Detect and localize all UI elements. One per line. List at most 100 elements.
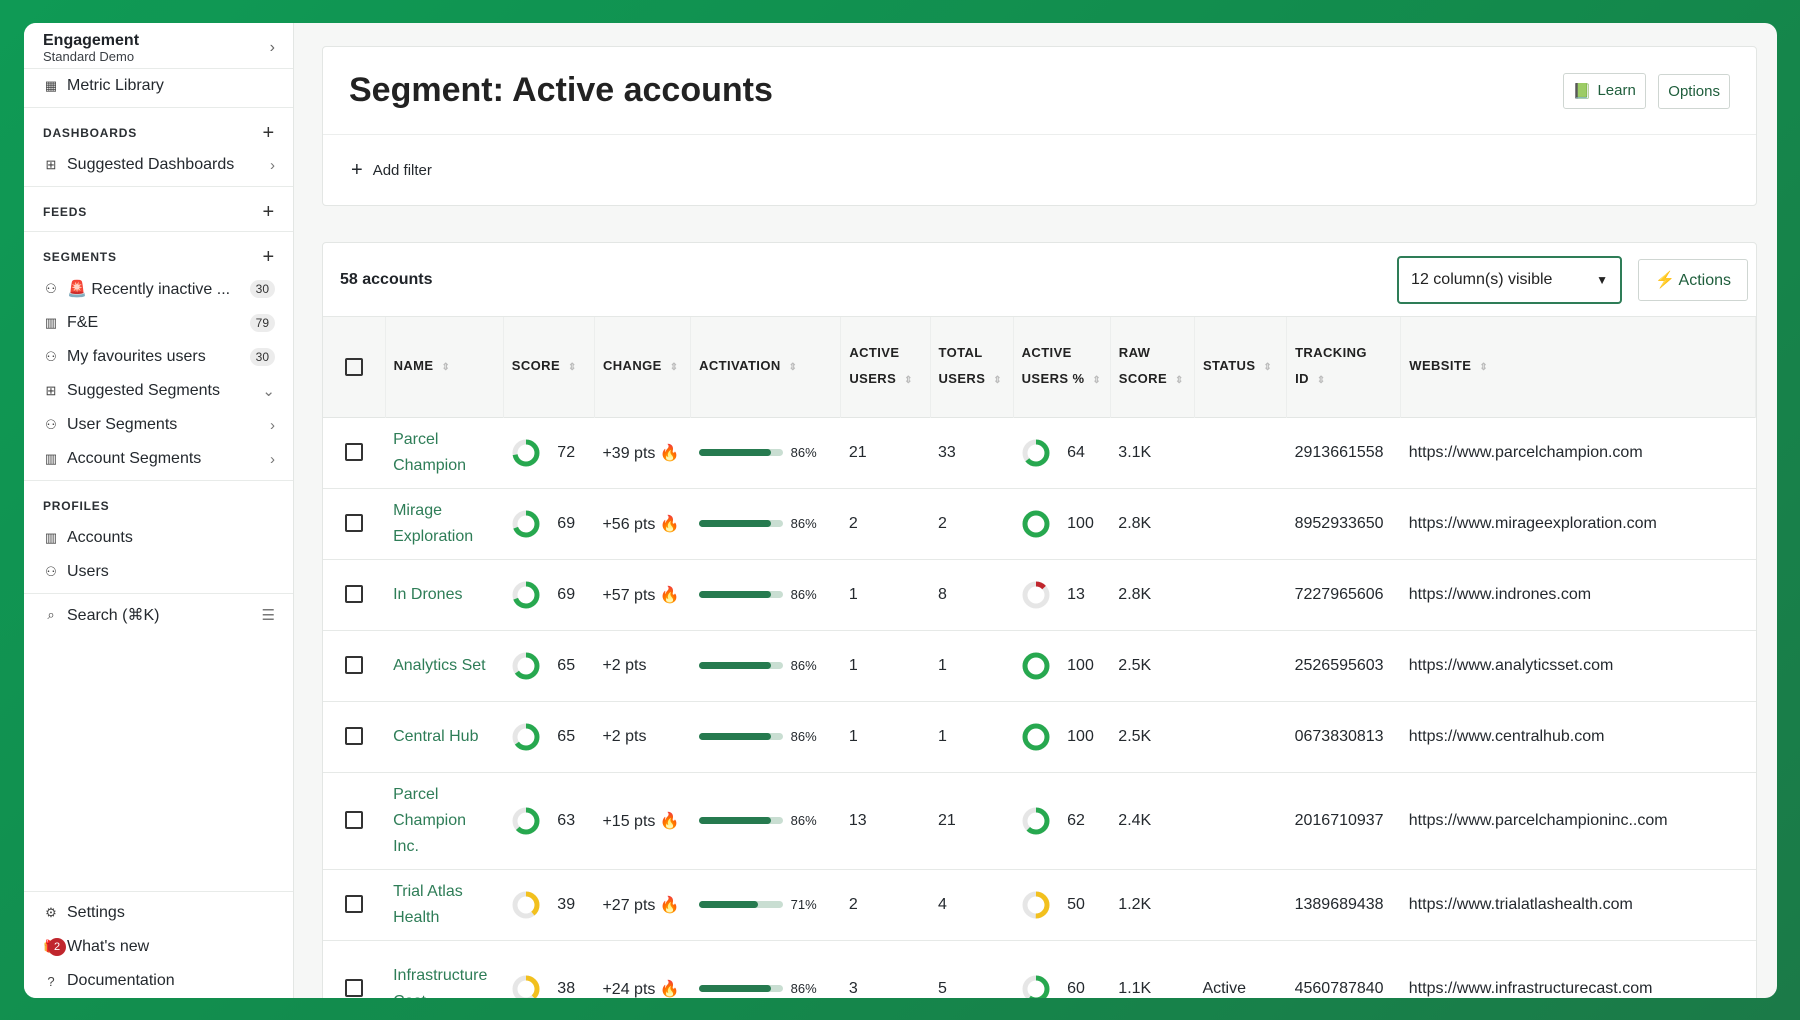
active-users-value: 1 xyxy=(848,656,858,674)
activation-value: 86% xyxy=(790,516,817,531)
sidebar-item-user-segments[interactable]: ⚇ User Segments › xyxy=(24,408,293,442)
sidebar-item-account-segments[interactable]: ▥ Account Segments › xyxy=(24,442,293,476)
options-button[interactable]: Options xyxy=(1658,73,1730,109)
building-icon: ▥ xyxy=(44,315,58,330)
sidebar-item-segment[interactable]: ▥ F&E 79 xyxy=(24,306,293,340)
actions-button[interactable]: ⚡ Actions xyxy=(1638,258,1748,301)
change-value: +27 pts 🔥 xyxy=(602,896,680,914)
table-row[interactable]: In Drones 69 +57 pts 🔥 86% 1 8 13 2.8K 7… xyxy=(323,559,1756,631)
sidebar-item-settings[interactable]: ⚙ Settings xyxy=(24,896,293,930)
activation-bar xyxy=(698,449,783,456)
profiles-section: PROFILES xyxy=(24,491,293,521)
table-row[interactable]: Mirage Exploration 69 +56 pts 🔥 86% 2 2 … xyxy=(323,488,1756,560)
active-users-value: 2 xyxy=(848,895,858,913)
row-checkbox[interactable] xyxy=(345,443,364,462)
sidebar-item-whats-new[interactable]: 🎁 2 What's new xyxy=(24,930,293,964)
columns-visible-select[interactable]: 12 column(s) visible ▼ xyxy=(1397,255,1623,304)
active-pct-value: 62 xyxy=(1067,811,1085,829)
column-header-raw-score[interactable]: RAW SCORE ⇕ xyxy=(1110,317,1195,417)
account-name-link[interactable]: Infrastructure Cast xyxy=(393,967,487,999)
sort-icon: ⇕ xyxy=(1263,361,1273,373)
column-header-activation[interactable]: ACTIVATION ⇕ xyxy=(690,317,842,417)
search-label: Search (⌘K) xyxy=(67,607,160,624)
row-checkbox[interactable] xyxy=(345,811,364,830)
row-checkbox[interactable] xyxy=(345,895,364,914)
column-header-active-users-pct[interactable]: ACTIVE USERS % ⇕ xyxy=(1013,317,1111,417)
workspace-switcher[interactable]: Engagement Standard Demo › xyxy=(24,23,293,69)
sidebar-item-segment[interactable]: ⚇ My favourites users 30 xyxy=(24,340,293,374)
score-value: 65 xyxy=(557,727,576,745)
search-button[interactable]: ⌕ Search (⌘K) ☰ xyxy=(24,598,293,632)
total-users-value: 33 xyxy=(938,443,956,461)
sidebar-item-documentation[interactable]: ? Documentation xyxy=(24,964,293,998)
collapse-sidebar-icon[interactable]: ☰ xyxy=(262,606,275,624)
column-header-active-users[interactable]: ACTIVE USERS ⇕ xyxy=(840,317,931,417)
sidebar-item-users[interactable]: ⚇ Users xyxy=(24,555,293,589)
add-filter-button[interactable]: + Add filter xyxy=(323,135,1756,205)
sidebar-item-label: 🚨 Recently inactive ... xyxy=(67,281,231,298)
table-row[interactable]: Analytics Set 65 +2 pts 86% 1 1 100 2.5K… xyxy=(323,630,1756,702)
page-title: Segment: Active accounts xyxy=(349,71,773,109)
main-content: Segment: Active accounts 📗 Learn Options… xyxy=(294,23,1777,998)
learn-button[interactable]: 📗 Learn xyxy=(1562,72,1646,109)
column-header-tracking-id[interactable]: TRACKING ID ⇕ xyxy=(1286,317,1402,417)
section-title: SEGMENTS xyxy=(43,250,117,264)
table-row[interactable]: Parcel Champion 72 +39 pts 🔥 86% 21 33 6… xyxy=(323,417,1756,489)
add-segment-icon[interactable]: + xyxy=(263,246,275,269)
account-name-link[interactable]: Parcel Champion xyxy=(393,431,466,474)
sidebar-item-suggested-dashboards[interactable]: ⊞ Suggested Dashboards › xyxy=(24,148,293,182)
account-name-link[interactable]: Parcel Champion Inc. xyxy=(393,786,466,855)
table-row[interactable]: Trial Atlas Health 39 +27 pts 🔥 71% 2 4 … xyxy=(323,869,1756,941)
column-header-name[interactable]: NAME ⇕ xyxy=(385,317,504,417)
table-row[interactable]: Parcel Champion Inc. 63 +15 pts 🔥 86% 13… xyxy=(323,772,1756,870)
column-header-website[interactable]: WEBSITE ⇕ xyxy=(1400,317,1756,417)
sort-icon: ⇕ xyxy=(904,374,913,386)
row-checkbox[interactable] xyxy=(345,585,364,604)
app-window: Engagement Standard Demo › ▦ Metric Libr… xyxy=(24,23,1777,998)
search-icon: ⌕ xyxy=(47,607,55,622)
account-name-link[interactable]: Analytics Set xyxy=(393,657,485,674)
grid-icon: ▦ xyxy=(44,78,58,93)
score-donut xyxy=(512,510,540,537)
account-name-link[interactable]: Trial Atlas Health xyxy=(393,883,463,926)
select-all-checkbox[interactable] xyxy=(344,358,363,377)
add-feed-icon[interactable]: + xyxy=(263,201,275,224)
account-name-link[interactable]: In Drones xyxy=(393,586,462,603)
row-checkbox[interactable] xyxy=(345,979,364,998)
account-name-link[interactable]: Central Hub xyxy=(393,728,478,745)
segment-header: Segment: Active accounts 📗 Learn Options… xyxy=(322,46,1757,206)
score-value: 69 xyxy=(557,514,576,532)
count-badge: 30 xyxy=(249,280,275,298)
sidebar-item-segment[interactable]: ⚇ 🚨 Recently inactive ... 30 xyxy=(24,272,293,306)
sidebar-item-accounts[interactable]: ▥ Accounts xyxy=(24,521,293,555)
row-checkbox[interactable] xyxy=(345,656,364,675)
table-row[interactable]: Central Hub 65 +2 pts 86% 1 1 100 2.5K 0… xyxy=(323,701,1756,773)
website-value: https://www.infrastructurecast.com xyxy=(1408,979,1653,997)
score-donut xyxy=(512,975,540,998)
sidebar: Engagement Standard Demo › ▦ Metric Libr… xyxy=(24,23,294,998)
total-users-value: 5 xyxy=(938,979,947,997)
section-title: DASHBOARDS xyxy=(43,126,138,140)
suggest-icon: ⊞ xyxy=(45,157,57,172)
tracking-id-value: 2016710937 xyxy=(1294,811,1384,829)
add-dashboard-icon[interactable]: + xyxy=(263,122,275,145)
sidebar-item-metric-library[interactable]: ▦ Metric Library xyxy=(24,69,293,103)
column-header-total-users[interactable]: TOTAL USERS ⇕ xyxy=(930,317,1014,417)
total-users-value: 8 xyxy=(938,585,947,603)
row-checkbox[interactable] xyxy=(345,514,364,533)
row-checkbox[interactable] xyxy=(345,727,364,746)
users-icon: ⚇ xyxy=(45,281,57,296)
account-name-link[interactable]: Mirage Exploration xyxy=(393,502,473,545)
column-header-status[interactable]: STATUS ⇕ xyxy=(1194,317,1288,417)
activation-value: 71% xyxy=(790,897,817,912)
sidebar-item-label: F&E xyxy=(67,314,99,331)
activation-value: 86% xyxy=(790,813,817,828)
sort-icon: ⇕ xyxy=(1092,374,1102,386)
column-header-change[interactable]: CHANGE ⇕ xyxy=(594,317,692,417)
table-row[interactable]: Infrastructure Cast 38 +24 pts 🔥 86% 3 5… xyxy=(323,940,1756,998)
sidebar-item-suggested-segments[interactable]: ⊞ Suggested Segments ⌄ xyxy=(24,374,293,408)
sidebar-item-label: Documentation xyxy=(67,972,175,989)
change-value: +24 pts 🔥 xyxy=(602,980,680,998)
column-header-score[interactable]: SCORE ⇕ xyxy=(503,317,595,417)
activation-bar xyxy=(698,985,783,992)
